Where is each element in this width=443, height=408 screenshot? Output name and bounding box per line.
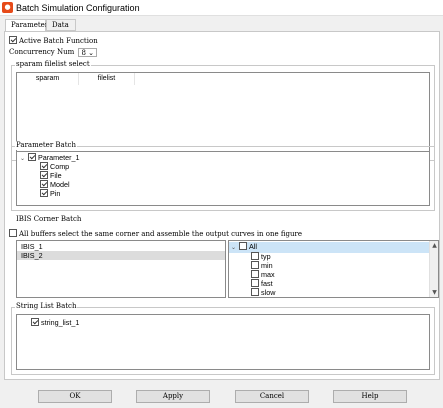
max-checkbox[interactable] (251, 270, 259, 279)
fast-label: fast (261, 279, 273, 288)
file-label: File (50, 171, 62, 180)
cancel-button[interactable]: Cancel (235, 390, 309, 403)
concurrency-row: Concurrency Num 8 ⌄ (9, 47, 98, 57)
all-label: All (249, 242, 257, 251)
parameter-1-label: Parameter_1 (38, 153, 80, 162)
fast-checkbox[interactable] (251, 279, 259, 288)
typ-label: typ (261, 252, 271, 261)
chevron-down-icon[interactable]: ⌄ (20, 155, 28, 164)
ibis-list[interactable]: IBIS_1 IBIS_2 (16, 240, 226, 298)
sparam-group-title: sparam filelist select (15, 60, 91, 69)
tree-item-fast[interactable]: fast (251, 279, 273, 288)
ibis-group-title: IBIS Corner Batch (15, 215, 83, 224)
all-buffers-label: All buffers select the same corner and a… (19, 230, 303, 238)
sparam-column-header[interactable]: sparam (17, 73, 79, 85)
help-button[interactable]: Help (333, 390, 407, 403)
slow-checkbox[interactable] (251, 288, 259, 297)
concurrency-value: 8 (81, 48, 86, 57)
max-label: max (261, 270, 275, 279)
active-batch-label: Active Batch Function (19, 37, 98, 45)
tree-item-slow[interactable]: slow (251, 288, 275, 297)
all-checkbox[interactable] (239, 242, 247, 251)
model-label: Model (50, 180, 70, 189)
app-icon: ● (2, 2, 13, 13)
file-checkbox[interactable] (40, 171, 48, 180)
pin-checkbox[interactable] (40, 189, 48, 198)
ibis-list-item[interactable]: IBIS_2 (17, 251, 225, 260)
ibis-list-item[interactable]: IBIS_1 (17, 242, 225, 251)
scroll-up-icon[interactable]: ▲ (430, 241, 438, 250)
tree-item-model[interactable]: Model (40, 180, 70, 189)
tree-item-string-list-1[interactable]: string_list_1 (31, 318, 79, 327)
apply-button[interactable]: Apply (136, 390, 210, 403)
tree-item-file[interactable]: File (40, 171, 62, 180)
string-list-title: String List Batch (15, 302, 78, 311)
all-buffers-checkbox[interactable] (9, 229, 17, 237)
chevron-down-icon[interactable]: ⌄ (231, 244, 239, 253)
model-checkbox[interactable] (40, 180, 48, 189)
min-checkbox[interactable] (251, 261, 259, 270)
concurrency-select[interactable]: 8 ⌄ (78, 47, 98, 57)
comp-checkbox[interactable] (40, 162, 48, 171)
string-list-tree[interactable]: string_list_1 (16, 314, 430, 370)
chevron-down-icon: ⌄ (88, 48, 95, 57)
pin-label: Pin (50, 189, 61, 198)
min-label: min (261, 261, 273, 270)
title-bar: ● Batch Simulation Configuration (0, 0, 443, 16)
active-batch-row[interactable]: Active Batch Function (9, 36, 98, 46)
ok-button[interactable]: OK (38, 390, 112, 403)
comp-label: Comp (50, 162, 70, 171)
tree-item-pin[interactable]: Pin (40, 189, 60, 198)
parameter-batch-title: Parameter Batch (15, 141, 77, 150)
concurrency-label: Concurrency Num (9, 48, 75, 56)
tree-item-max[interactable]: max (251, 270, 275, 279)
active-batch-checkbox[interactable] (9, 36, 17, 44)
string-list-1-checkbox[interactable] (31, 318, 39, 327)
slow-label: slow (261, 288, 276, 297)
tree-item-comp[interactable]: Comp (40, 162, 69, 171)
parameter-1-checkbox[interactable] (28, 153, 36, 162)
sparam-table[interactable]: sparam filelist (16, 72, 430, 154)
corner-tree[interactable]: ⌄ All typ min max fast slow ▲ ▼ (228, 240, 439, 298)
window-title: Batch Simulation Configuration (16, 3, 140, 13)
corner-scrollbar[interactable]: ▲ ▼ (429, 241, 438, 297)
string-list-1-label: string_list_1 (41, 318, 80, 327)
scroll-down-icon[interactable]: ▼ (430, 288, 438, 297)
parameter-tree[interactable]: ⌄ Parameter_1 Comp File Model Pin (16, 151, 430, 206)
tab-data[interactable]: Data (46, 19, 76, 31)
tree-item-typ[interactable]: typ (251, 252, 271, 261)
tree-item-min[interactable]: min (251, 261, 273, 270)
filelist-column-header[interactable]: filelist (79, 73, 135, 85)
parameter-panel: Active Batch Function Concurrency Num 8 … (4, 31, 440, 380)
typ-checkbox[interactable] (251, 252, 259, 261)
all-buffers-row[interactable]: All buffers select the same corner and a… (9, 229, 302, 239)
